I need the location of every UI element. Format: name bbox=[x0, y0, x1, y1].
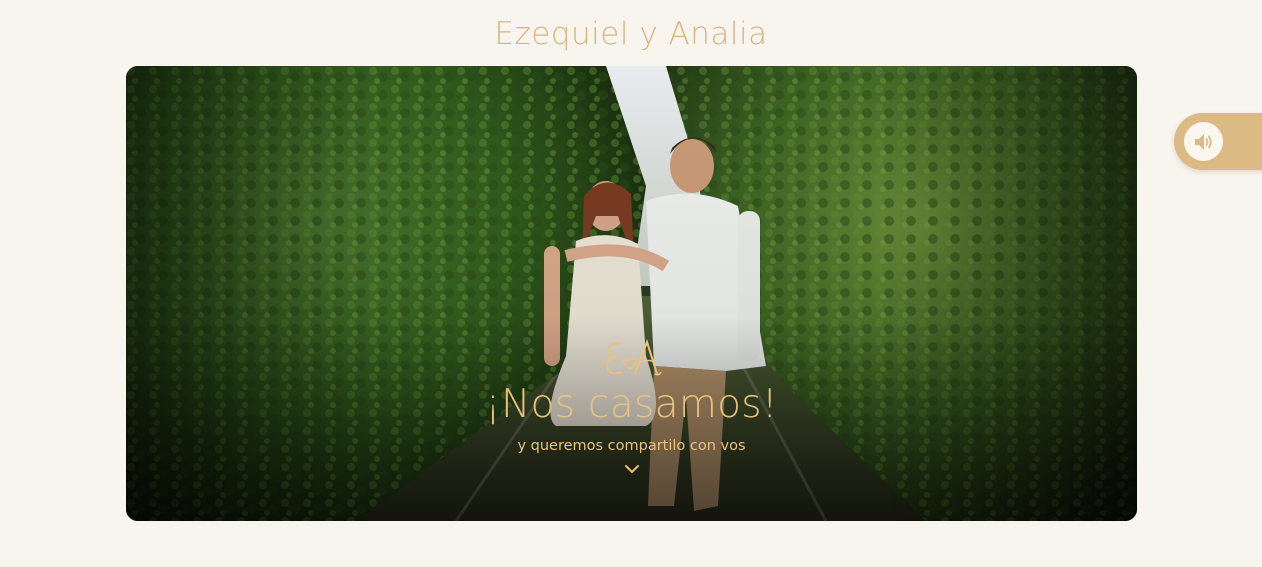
page-title: Ezequiel y Analia bbox=[494, 16, 768, 52]
monogram-logo bbox=[605, 338, 662, 376]
hero-banner: ¡Nos casamos! y queremos compartilo con … bbox=[126, 66, 1137, 521]
speaker-volume-icon bbox=[1194, 133, 1212, 150]
audio-toggle-button[interactable] bbox=[1184, 122, 1223, 161]
hero-subtitle: y queremos compartilo con vos bbox=[517, 438, 746, 454]
chevron-down-icon[interactable] bbox=[624, 462, 640, 476]
page: Ezequiel y Analia ¡Nos casamos! y querem… bbox=[0, 0, 1262, 567]
hero-heading: ¡Nos casamos! bbox=[485, 382, 778, 427]
audio-toggle-tab[interactable] bbox=[1174, 113, 1262, 170]
hero-content: ¡Nos casamos! y queremos compartilo con … bbox=[126, 334, 1137, 476]
